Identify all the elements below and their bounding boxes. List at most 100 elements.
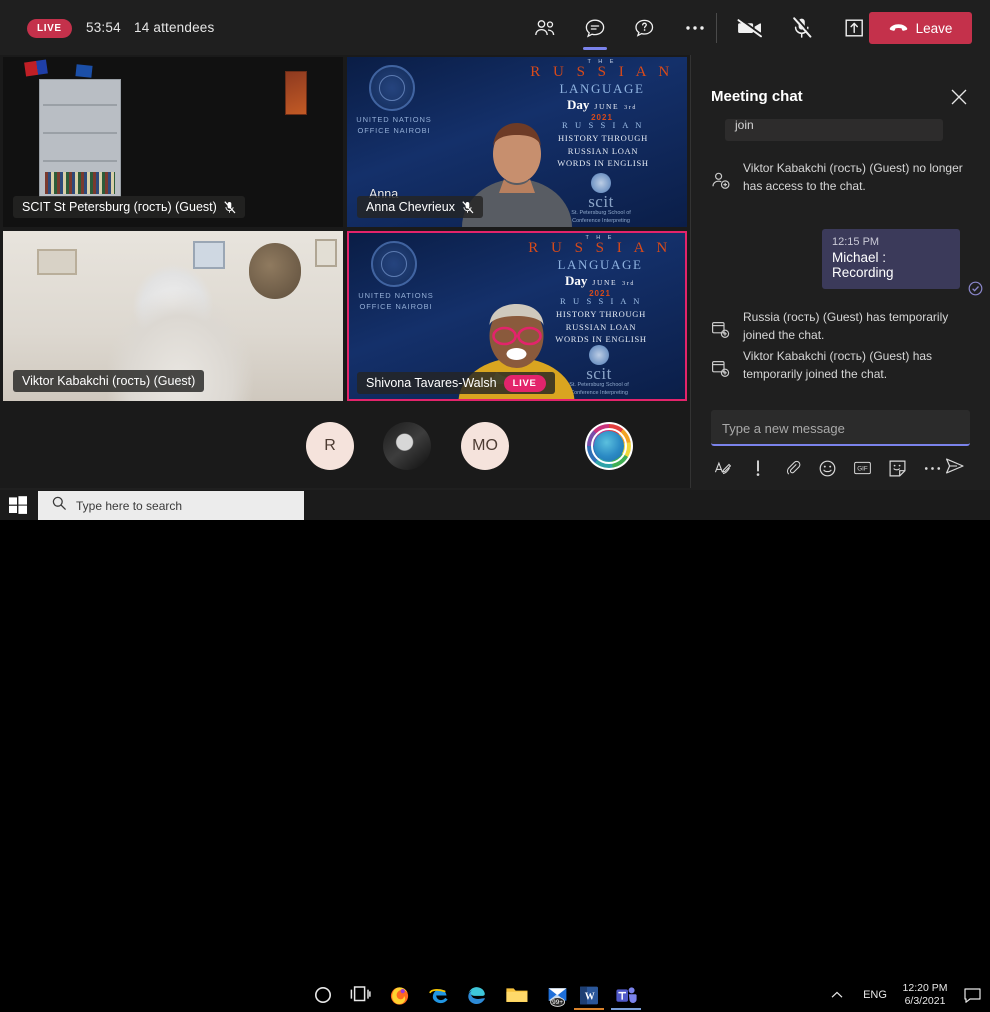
active-tab-indicator — [583, 47, 607, 50]
teams-meeting-window: LIVE 53:54 14 attendees Leave SCIT St Pe… — [0, 0, 990, 1010]
participant-name: Anna Chevrieux — [366, 200, 455, 214]
system-tray: ENG 12:20 PM 6/3/2021 — [820, 980, 990, 1010]
show-hidden-icons[interactable] — [820, 991, 854, 999]
notification-icon[interactable] — [954, 987, 990, 1003]
live-badge: LIVE — [27, 19, 72, 38]
language-indicator[interactable]: ENG — [854, 989, 896, 1001]
microsoft-edge-icon[interactable] — [466, 985, 487, 1006]
participant-name: Shivona Tavares-Walsh — [366, 376, 497, 390]
un-logo-icon — [369, 65, 415, 111]
video-tile-active-speaker[interactable]: UNITED NATIONS OFFICE NAIROBI T H E R U … — [347, 231, 687, 401]
event-russian: R U S S I A N — [530, 64, 674, 80]
task-view-icon[interactable] — [350, 985, 371, 1006]
attendee-count: 14 attendees — [134, 20, 215, 35]
video-stage: SCIT St Petersburg (гость) (Guest) UNITE… — [0, 55, 690, 488]
avatar[interactable]: MO — [461, 422, 509, 470]
participant-name-bar: SCIT St Petersburg (гость) (Guest) — [13, 196, 245, 218]
attach-icon[interactable] — [784, 460, 801, 477]
picture-frame-decor — [193, 241, 225, 269]
event-ordinal: 3rd — [622, 280, 635, 287]
clock-date: 6/3/2021 — [904, 995, 946, 1007]
picture-frame-decor — [315, 239, 337, 267]
participant-name-bar: Viktor Kabakchi (гость) (Guest) — [13, 370, 205, 392]
format-icon[interactable] — [714, 460, 731, 477]
clock[interactable]: 12:20 PM 6/3/2021 — [896, 982, 954, 1008]
emoji-icon[interactable] — [819, 460, 836, 477]
mic-off-icon — [224, 200, 236, 213]
word-icon[interactable]: W — [578, 985, 600, 1006]
chat-system-text: Viktor Kabakchi (гость) (Guest) no longe… — [743, 161, 963, 193]
more-icon[interactable] — [924, 460, 941, 477]
person-add-icon — [711, 171, 731, 191]
chat-system-message: Viktor Kabakchi (гость) (Guest) has temp… — [711, 347, 971, 383]
event-ordinal: 3rd — [624, 104, 637, 111]
people-icon[interactable] — [530, 13, 560, 43]
mic-off-icon[interactable] — [787, 13, 817, 43]
meeting-controls-right — [735, 12, 869, 44]
firefox-icon[interactable] — [389, 985, 410, 1006]
share-icon[interactable] — [839, 13, 869, 43]
svg-text:W: W — [585, 991, 595, 1002]
event-language: LANGUAGE — [557, 256, 643, 272]
teams-icon[interactable] — [615, 985, 637, 1006]
file-explorer-icon[interactable] — [505, 985, 529, 1006]
qna-icon[interactable] — [630, 13, 660, 43]
send-icon[interactable] — [945, 457, 965, 477]
video-tile[interactable]: UNITED NATIONS OFFICE NAIROBI T H E R U … — [347, 57, 687, 227]
search-icon — [52, 496, 66, 515]
participant-name-bar: Shivona Tavares-Walsh LIVE — [357, 372, 555, 394]
chat-join-icon — [711, 359, 731, 379]
toolbar-divider — [716, 13, 717, 43]
flag-decor — [75, 64, 93, 78]
camera-off-icon[interactable] — [735, 13, 765, 43]
svg-text:GIF: GIF — [857, 465, 868, 472]
avatar-initials: MO — [472, 437, 498, 454]
scit-mark-icon — [591, 172, 611, 193]
leave-button[interactable]: Leave — [869, 12, 972, 44]
books-decor — [45, 172, 115, 194]
important-icon[interactable] — [749, 459, 766, 477]
un-line-2: OFFICE NAIROBI — [359, 301, 433, 311]
gif-icon[interactable]: GIF — [854, 460, 871, 477]
search-input[interactable]: Type here to search — [38, 491, 304, 520]
mail-icon[interactable]: 99+ — [545, 985, 571, 1007]
flag-decor — [24, 59, 48, 77]
leave-button-label: Leave — [915, 20, 953, 36]
internet-explorer-icon[interactable] — [428, 985, 449, 1006]
read-receipt-icon — [968, 281, 983, 296]
avatar[interactable] — [383, 422, 431, 470]
chat-message-list[interactable]: join Viktor Kabakchi (гость) (Guest) no … — [691, 119, 990, 449]
meeting-timer: 53:54 — [86, 20, 121, 35]
chat-own-message: 12:15 PM Michael : Recording — [822, 229, 960, 289]
video-tile[interactable]: Viktor Kabakchi (гость) (Guest) — [3, 231, 343, 401]
avatar-initials: R — [324, 437, 336, 454]
globe-icon — [587, 424, 631, 468]
chat-composer-toolbar: GIF — [714, 455, 970, 481]
start-button[interactable] — [8, 495, 30, 516]
mail-badge-count: 99+ — [552, 999, 563, 1006]
un-logo-text: UNITED NATIONS OFFICE NAIROBI — [355, 115, 433, 137]
close-icon[interactable] — [950, 88, 968, 106]
meeting-top-bar: LIVE 53:54 14 attendees Leave — [0, 0, 990, 55]
chat-system-text: Russia (гость) (Guest) has temporarily j… — [743, 310, 949, 342]
un-logo-text: UNITED NATIONS OFFICE NAIROBI — [357, 291, 435, 313]
more-options-icon[interactable] — [680, 13, 710, 43]
avatar[interactable]: R — [306, 422, 354, 470]
hangup-icon — [889, 23, 907, 31]
video-tile[interactable]: SCIT St Petersburg (гость) (Guest) — [3, 57, 343, 227]
painting-decor — [285, 71, 307, 115]
picture-frame-decor — [37, 249, 77, 275]
cortana-icon[interactable] — [313, 985, 334, 1006]
chat-system-text: Viktor Kabakchi (гость) (Guest) has temp… — [743, 349, 933, 381]
sticker-icon[interactable] — [889, 460, 906, 477]
chat-message-partial: join — [725, 119, 943, 141]
search-placeholder: Type here to search — [76, 498, 183, 513]
video-grid: SCIT St Petersburg (гость) (Guest) UNITE… — [3, 57, 687, 402]
un-line-1: UNITED NATIONS — [358, 291, 434, 300]
chat-icon[interactable] — [580, 13, 610, 50]
avatar[interactable] — [585, 422, 633, 470]
chat-input-box[interactable]: Type a new message — [711, 410, 970, 446]
un-line-2: OFFICE NAIROBI — [357, 125, 431, 135]
audio-participants-strip: R MO — [0, 404, 690, 488]
event-june: JUNE — [594, 101, 620, 111]
